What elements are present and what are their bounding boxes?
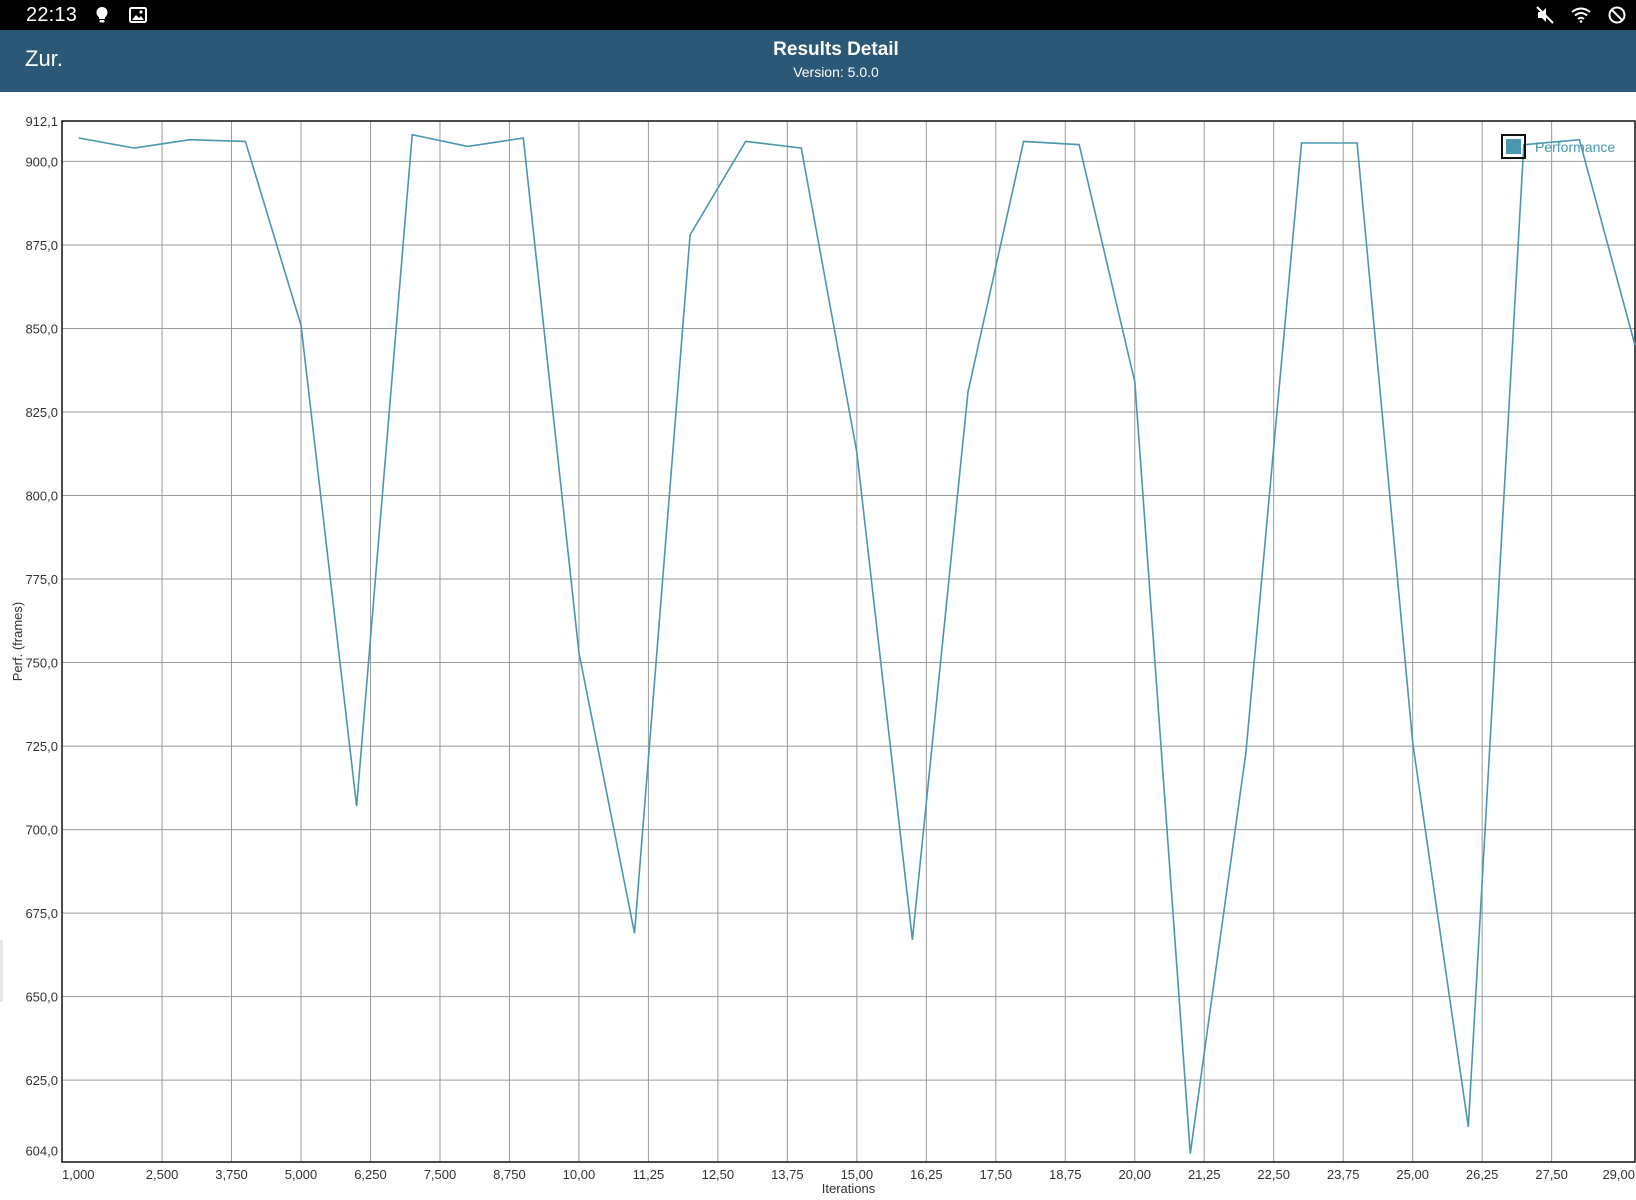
x-tick-label: 5,000: [285, 1167, 318, 1182]
y-tick-label: 725,0: [25, 739, 58, 754]
x-tick-label: 8,750: [493, 1167, 526, 1182]
x-tick-label: 1,000: [62, 1167, 95, 1182]
do-not-disturb-icon: [1606, 4, 1628, 26]
performance-chart: 912,1 900,0 875,0 850,0 825,0 800,0 775,0 750,0…: [0, 92, 1636, 1200]
y-axis-title: Perf. (frames): [10, 602, 25, 681]
status-bar-right: [1534, 4, 1628, 26]
x-tick-label: 20,00: [1118, 1167, 1151, 1182]
app-title-block: Results Detail Version: 5.0.0: [0, 39, 1636, 80]
x-axis-title: Iterations: [822, 1181, 876, 1196]
edge-handle[interactable]: [0, 940, 3, 1002]
x-tick-label: 22,50: [1257, 1167, 1290, 1182]
y-tick-label: 825,0: [25, 405, 58, 420]
y-tick-label: 700,0: [25, 823, 58, 838]
y-tick-label: 650,0: [25, 990, 58, 1005]
x-tick-label: 25,00: [1396, 1167, 1429, 1182]
bulb-icon: [91, 4, 113, 26]
y-tick-label: 850,0: [25, 321, 58, 336]
status-time: 22:13: [26, 3, 78, 26]
x-tick-label: 26,25: [1466, 1167, 1499, 1182]
x-tick-label: 21,25: [1188, 1167, 1221, 1182]
x-tick-label: 15,00: [841, 1167, 874, 1182]
legend-label: Performance: [1535, 139, 1615, 155]
x-tick-label: 16,25: [910, 1167, 943, 1182]
legend-swatch: [1506, 139, 1521, 154]
x-tick-label: 6,250: [354, 1167, 387, 1182]
plot-border: [61, 120, 1636, 1163]
chart-svg: 912,1 900,0 875,0 850,0 825,0 800,0 775,0 750,0…: [10, 114, 1636, 1196]
x-tick-label: 7,500: [424, 1167, 457, 1182]
y-tick-label: 604,0: [25, 1143, 58, 1158]
x-tick-label: 13,75: [771, 1167, 804, 1182]
y-tick-label: 800,0: [25, 489, 58, 504]
y-tick-label: 875,0: [25, 238, 58, 253]
x-tick-label: 17,50: [980, 1167, 1013, 1182]
mute-icon: [1534, 4, 1556, 26]
y-tick-label: 675,0: [25, 906, 58, 921]
x-tick-label: 12,50: [702, 1167, 735, 1182]
x-tick-label: 3,750: [215, 1167, 248, 1182]
y-tick-label: 900,0: [25, 154, 58, 169]
x-tick-label: 18,75: [1049, 1167, 1082, 1182]
x-tick-label: 27,50: [1535, 1167, 1568, 1182]
x-tick-label: 29,00: [1602, 1167, 1635, 1182]
x-tick-label: 10,00: [563, 1167, 596, 1182]
version-label: Version: 5.0.0: [793, 64, 879, 80]
x-tick-label: 11,25: [633, 1167, 665, 1182]
y-tick-label: 750,0: [25, 656, 58, 671]
y-tick-label: 912,1: [25, 114, 58, 129]
page-title: Results Detail: [773, 39, 899, 60]
y-tick-label: 625,0: [25, 1073, 58, 1088]
app-bar: Zur. Results Detail Version: 5.0.0: [0, 30, 1636, 92]
wifi-icon: [1570, 4, 1592, 26]
status-bar: 22:13: [0, 0, 1636, 30]
y-tick-label: 775,0: [25, 572, 58, 587]
image-icon: [127, 4, 149, 26]
x-tick-label: 2,500: [146, 1167, 179, 1182]
status-bar-left: 22:13: [26, 4, 149, 27]
x-tick-label: 23,75: [1327, 1167, 1360, 1182]
